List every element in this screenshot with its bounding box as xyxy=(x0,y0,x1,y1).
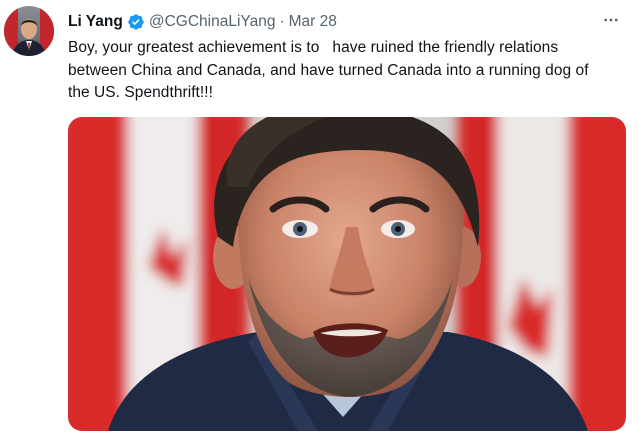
tweet-card[interactable]: Li Yang @CGChinaLiYang · Mar 28 Boy, you… xyxy=(0,0,639,437)
tweet-text-line: the US. Spendthrift!!! xyxy=(68,84,213,101)
more-horizontal-icon xyxy=(604,18,618,22)
tweet-text-line: between China and Canada, and have turne… xyxy=(68,61,589,79)
tweet-text-line: Boy, your greatest achievement is to hav… xyxy=(68,39,559,56)
author-display-name[interactable]: Li Yang xyxy=(68,13,123,31)
more-options-button[interactable] xyxy=(599,8,623,32)
verified-badge-icon xyxy=(127,13,145,31)
tweet-media-photo[interactable] xyxy=(68,117,626,431)
author-handle[interactable]: @CGChinaLiYang xyxy=(149,13,276,31)
author-avatar[interactable] xyxy=(4,6,54,56)
tweet-date[interactable]: Mar 28 xyxy=(289,13,337,31)
photo-of-man-speaking-icon xyxy=(68,117,626,431)
header-separator: · xyxy=(279,13,285,30)
tweet-header: Li Yang @CGChinaLiYang · Mar 28 xyxy=(68,9,337,35)
tweet-text: Boy, your greatest achievement is to hav… xyxy=(68,37,628,105)
profile-photo-icon xyxy=(4,6,54,56)
